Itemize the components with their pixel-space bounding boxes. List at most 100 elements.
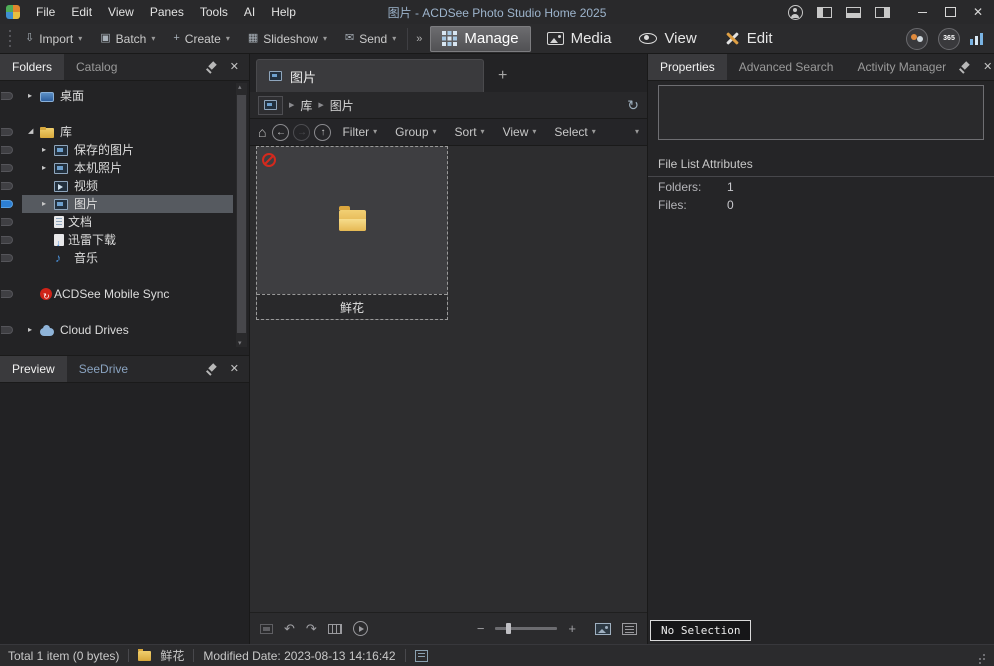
metadata-form-icon[interactable] [415, 650, 428, 662]
menu-file[interactable]: File [28, 0, 63, 24]
expand-arrow-icon[interactable]: ▸ [28, 87, 40, 105]
back-button[interactable]: ← [272, 124, 289, 141]
refresh-icon[interactable]: ↻ [627, 98, 639, 112]
view-dropdown[interactable]: View ▾ [496, 125, 544, 139]
close-icon[interactable]: ✕ [230, 364, 239, 375]
mode-media-button[interactable]: Media [535, 26, 624, 52]
tree-item-videos[interactable]: 视频 [0, 177, 249, 195]
toggle-right-pane-icon[interactable] [875, 7, 890, 18]
expand-arrow-icon[interactable]: ▸ [28, 321, 40, 339]
forward-button[interactable]: → [293, 124, 310, 141]
toolbar-overflow-button[interactable]: » [410, 33, 428, 45]
menu-ai[interactable]: AI [236, 0, 263, 24]
menu-help[interactable]: Help [263, 0, 304, 24]
select-dropdown[interactable]: Select ▾ [547, 125, 602, 139]
play-slideshow-icon[interactable] [353, 621, 368, 636]
tree-item-saved-pictures[interactable]: ▸ 保存的图片 [0, 141, 249, 159]
scrollbar-thumb[interactable] [237, 95, 246, 333]
menu-panes[interactable]: Panes [142, 0, 192, 24]
tree-item-pictures-selected[interactable]: ▸ 图片 [0, 195, 249, 213]
collapse-arrow-icon[interactable]: ◢ [28, 123, 40, 141]
easy-select-marker[interactable] [1, 92, 13, 100]
folders-scrollbar[interactable] [236, 83, 247, 347]
file-list-area[interactable]: 鲜花 [250, 146, 647, 612]
filmstrip-icon[interactable] [328, 624, 342, 634]
no-selection-tab[interactable]: No Selection [650, 620, 751, 641]
zoom-in-icon[interactable]: + [568, 621, 576, 636]
easy-select-marker[interactable] [1, 254, 13, 262]
easy-select-marker[interactable] [1, 200, 13, 208]
rotate-left-icon[interactable]: ↶ [284, 622, 295, 635]
filter-dropdown[interactable]: Filter ▾ [335, 125, 384, 139]
toolbar-grip[interactable] [8, 30, 12, 48]
group-dropdown[interactable]: Group ▾ [388, 125, 443, 139]
close-button[interactable]: ✕ [964, 0, 992, 24]
tree-item-thunder-downloads[interactable]: 迅雷下载 [0, 231, 249, 249]
mode-edit-button[interactable]: Edit [713, 26, 785, 52]
easy-select-marker[interactable] [1, 290, 13, 298]
tab-activity-manager[interactable]: Activity Manager [845, 54, 958, 80]
expand-arrow-icon[interactable]: ▸ [42, 141, 54, 159]
slideshow-button[interactable]: ▦ Slideshow ▾ [239, 26, 336, 52]
easy-select-marker[interactable] [1, 146, 13, 154]
zoom-slider-thumb[interactable] [506, 623, 511, 634]
expand-arrow-icon[interactable]: ▸ [42, 159, 54, 177]
tab-properties[interactable]: Properties [648, 54, 727, 80]
tab-seedrive[interactable]: SeeDrive [67, 356, 140, 382]
toggle-bottom-pane-icon[interactable] [846, 7, 861, 18]
zoom-out-icon[interactable]: − [477, 621, 485, 636]
thumbnail-view-icon[interactable] [595, 623, 611, 635]
toggle-left-pane-icon[interactable] [817, 7, 832, 18]
people-icon[interactable] [906, 28, 928, 50]
pin-icon[interactable] [205, 61, 217, 73]
tree-item-library[interactable]: ◢ 库 [0, 123, 249, 141]
close-icon[interactable]: ✕ [983, 62, 992, 73]
tab-folders[interactable]: Folders [0, 54, 64, 80]
account-icon[interactable] [788, 5, 803, 20]
resize-grip[interactable] [976, 651, 986, 661]
breadcrumb-library[interactable]: 库 [300, 97, 312, 114]
rotate-right-icon[interactable]: ↷ [306, 622, 317, 635]
new-tab-button[interactable]: + [498, 59, 507, 92]
tab-advanced-search[interactable]: Advanced Search [727, 54, 846, 80]
easy-select-marker[interactable] [1, 236, 13, 244]
maximize-button[interactable] [936, 0, 964, 24]
tab-catalog[interactable]: Catalog [64, 54, 129, 80]
breadcrumb-pictures[interactable]: 图片 [330, 97, 354, 114]
easy-select-marker[interactable] [1, 164, 13, 172]
easy-select-marker[interactable] [1, 326, 13, 334]
tab-preview[interactable]: Preview [0, 356, 67, 382]
close-icon[interactable]: ✕ [230, 62, 239, 73]
breadcrumb-arrow-icon[interactable]: ▶ [289, 101, 294, 109]
tree-item-desktop[interactable]: ▸ 桌面 [0, 87, 249, 105]
acdsee-365-icon[interactable]: 365 [938, 28, 960, 50]
tree-item-documents[interactable]: 文档 [0, 213, 249, 231]
folder-tile[interactable]: 鲜花 [256, 146, 448, 320]
mode-manage-button[interactable]: Manage [430, 26, 530, 52]
batch-button[interactable]: ▣ Batch ▾ [91, 26, 164, 52]
pin-icon[interactable] [958, 61, 970, 73]
create-button[interactable]: + Create ▾ [164, 26, 238, 52]
export-icon[interactable] [260, 624, 273, 634]
mode-view-button[interactable]: View [627, 26, 708, 52]
sort-dropdown[interactable]: Sort ▾ [448, 125, 492, 139]
menu-view[interactable]: View [100, 0, 142, 24]
toolbar-more-icon[interactable]: ▾ [635, 128, 639, 136]
expand-arrow-icon[interactable]: ▸ [42, 195, 54, 213]
home-icon[interactable]: ⌂ [258, 124, 266, 140]
breadcrumb-arrow-icon[interactable]: ▶ [318, 101, 323, 109]
up-button[interactable]: ↑ [314, 124, 331, 141]
import-button[interactable]: ⇩ Import ▾ [16, 26, 91, 52]
minimize-button[interactable] [908, 0, 936, 24]
location-icon-button[interactable] [258, 96, 283, 115]
tree-item-music[interactable]: 音乐 [0, 249, 249, 267]
tree-item-cloud-drives[interactable]: ▸ Cloud Drives [0, 321, 249, 339]
easy-select-marker[interactable] [1, 218, 13, 226]
pin-icon[interactable] [205, 363, 217, 375]
dashboard-chart-icon[interactable] [970, 32, 984, 45]
easy-select-marker[interactable] [1, 128, 13, 136]
tree-item-local-photos[interactable]: ▸ 本机照片 [0, 159, 249, 177]
details-view-icon[interactable] [622, 623, 637, 635]
zoom-slider[interactable] [495, 627, 557, 630]
easy-select-marker[interactable] [1, 182, 13, 190]
